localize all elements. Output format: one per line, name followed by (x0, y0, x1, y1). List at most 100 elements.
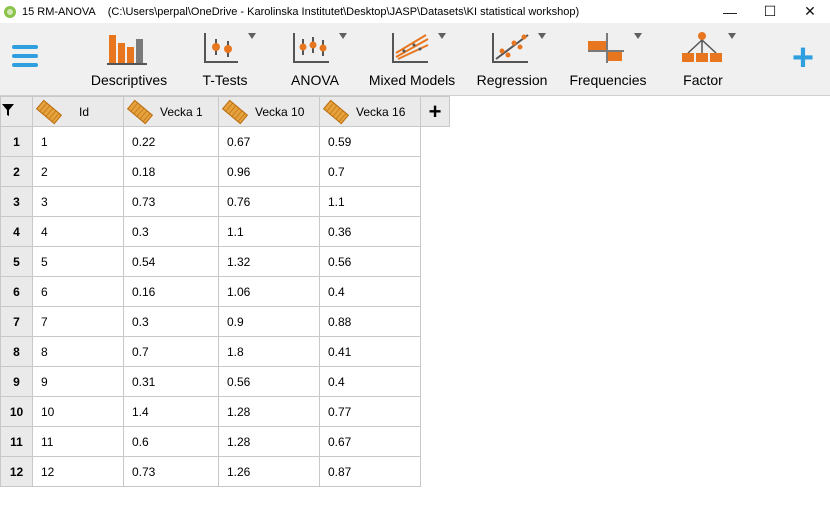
row-number[interactable]: 2 (0, 156, 33, 187)
data-cell[interactable]: 0.88 (319, 306, 421, 337)
add-column-button[interactable]: + (420, 96, 450, 127)
column-header-vecka-16[interactable]: Vecka 16 (319, 96, 421, 127)
data-cell[interactable]: 0.22 (123, 126, 219, 157)
regression-button[interactable]: Regression (474, 27, 550, 91)
data-cell[interactable]: 1.26 (218, 456, 320, 487)
data-cell[interactable]: 0.4 (319, 366, 421, 397)
title-bar: 15 RM-ANOVA (C:\Users\perpal\OneDrive - … (0, 0, 830, 23)
data-cell[interactable]: 0.16 (123, 276, 219, 307)
row-number[interactable]: 3 (0, 186, 33, 217)
plus-icon: + (428, 98, 442, 124)
row-number[interactable]: 11 (0, 426, 33, 457)
mixed-models-button[interactable]: Mixed Models (364, 27, 460, 91)
column-header-label: Vecka 1 (160, 104, 203, 119)
table-row: 11 11 0.6 1.28 0.67 (0, 426, 450, 457)
factor-dropdown-icon (728, 33, 736, 39)
data-cell[interactable]: 4 (32, 216, 124, 247)
anova-button[interactable]: ANOVA (280, 27, 350, 91)
data-cell[interactable]: 0.31 (123, 366, 219, 397)
data-cell[interactable]: 0.73 (123, 456, 219, 487)
frequencies-button[interactable]: Frequencies (566, 27, 650, 91)
column-header-label: Id (79, 104, 90, 119)
data-cell[interactable]: 1.8 (218, 336, 320, 367)
grid-body: 1 1 0.22 0.67 0.59 2 2 0.18 0.96 0.7 3 3 0.73 0.76 1.1… (0, 126, 450, 487)
data-cell[interactable]: 0.73 (123, 186, 219, 217)
analysis-ribbon: Descriptives T-Tests ANOVA Mixed Models … (0, 23, 830, 96)
filter-toggle[interactable] (0, 96, 33, 127)
hamburger-icon[interactable] (12, 45, 38, 67)
data-cell[interactable]: 0.36 (319, 216, 421, 247)
data-cell[interactable]: 1.28 (218, 426, 320, 457)
data-cell[interactable]: 0.77 (319, 396, 421, 427)
row-number[interactable]: 12 (0, 456, 33, 487)
column-header-label: Vecka 16 (356, 104, 406, 119)
factor-icon (682, 32, 722, 62)
row-number[interactable]: 10 (0, 396, 33, 427)
data-cell[interactable]: 0.76 (218, 186, 320, 217)
data-cell[interactable]: 1.1 (218, 216, 320, 247)
data-cell[interactable]: 0.6 (123, 426, 219, 457)
data-cell[interactable]: 5 (32, 246, 124, 277)
row-number[interactable]: 5 (0, 246, 33, 277)
data-cell[interactable]: 10 (32, 396, 124, 427)
data-cell[interactable]: 2 (32, 156, 124, 187)
data-cell[interactable]: 12 (32, 456, 124, 487)
minimize-button[interactable]: — (710, 0, 750, 23)
row-number[interactable]: 6 (0, 276, 33, 307)
table-row: 4 4 0.3 1.1 0.36 (0, 216, 450, 247)
data-cell[interactable]: 0.41 (319, 336, 421, 367)
data-cell[interactable]: 1.32 (218, 246, 320, 277)
data-cell[interactable]: 1.1 (319, 186, 421, 217)
data-cell[interactable]: 0.7 (123, 336, 219, 367)
mixed-models-label: Mixed Models (368, 72, 456, 88)
data-cell[interactable]: 0.59 (319, 126, 421, 157)
data-cell[interactable]: 0.9 (218, 306, 320, 337)
row-number[interactable]: 4 (0, 216, 33, 247)
data-cell[interactable]: 0.3 (123, 216, 219, 247)
data-cell[interactable]: 11 (32, 426, 124, 457)
table-row: 6 6 0.16 1.06 0.4 (0, 276, 450, 307)
data-cell[interactable]: 0.7 (319, 156, 421, 187)
data-cell[interactable]: 1 (32, 126, 124, 157)
mixed-models-icon (392, 33, 429, 63)
t-tests-dropdown-icon (248, 33, 256, 39)
data-cell[interactable]: 1.28 (218, 396, 320, 427)
data-cell[interactable]: 0.67 (218, 126, 320, 157)
data-cell[interactable]: 0.67 (319, 426, 421, 457)
data-cell[interactable]: 0.87 (319, 456, 421, 487)
data-cell[interactable]: 0.3 (123, 306, 219, 337)
regression-icon (492, 33, 529, 63)
maximize-button[interactable]: ☐ (750, 0, 790, 23)
add-module-button[interactable]: + (786, 39, 820, 77)
data-cell[interactable]: 0.18 (123, 156, 219, 187)
table-row: 2 2 0.18 0.96 0.7 (0, 156, 450, 187)
factor-button[interactable]: Factor (668, 27, 738, 91)
close-button[interactable]: ✕ (790, 0, 830, 23)
row-number[interactable]: 1 (0, 126, 33, 157)
data-cell[interactable]: 7 (32, 306, 124, 337)
data-cell[interactable]: 0.54 (123, 246, 219, 277)
column-header-vecka-1[interactable]: Vecka 1 (123, 96, 219, 127)
column-header-vecka-10[interactable]: Vecka 10 (218, 96, 320, 127)
row-number[interactable]: 7 (0, 306, 33, 337)
data-cell[interactable]: 0.96 (218, 156, 320, 187)
data-cell[interactable]: 3 (32, 186, 124, 217)
filter-icon (2, 104, 14, 116)
t-tests-button[interactable]: T-Tests (190, 27, 260, 91)
descriptives-label: Descriptives (90, 72, 168, 88)
data-cell[interactable]: 0.56 (319, 246, 421, 277)
data-cell[interactable]: 0.56 (218, 366, 320, 397)
column-header-id[interactable]: Id (32, 96, 124, 127)
scale-icon (35, 99, 63, 124)
descriptives-button[interactable]: Descriptives (84, 27, 174, 91)
data-cell[interactable]: 1.06 (218, 276, 320, 307)
data-cell[interactable]: 0.4 (319, 276, 421, 307)
row-number[interactable]: 8 (0, 336, 33, 367)
data-cell[interactable]: 6 (32, 276, 124, 307)
data-cell[interactable]: 1.4 (123, 396, 219, 427)
factor-label: Factor (683, 72, 723, 88)
window-title: 15 RM-ANOVA (22, 5, 96, 18)
data-cell[interactable]: 8 (32, 336, 124, 367)
row-number[interactable]: 9 (0, 366, 33, 397)
data-cell[interactable]: 9 (32, 366, 124, 397)
